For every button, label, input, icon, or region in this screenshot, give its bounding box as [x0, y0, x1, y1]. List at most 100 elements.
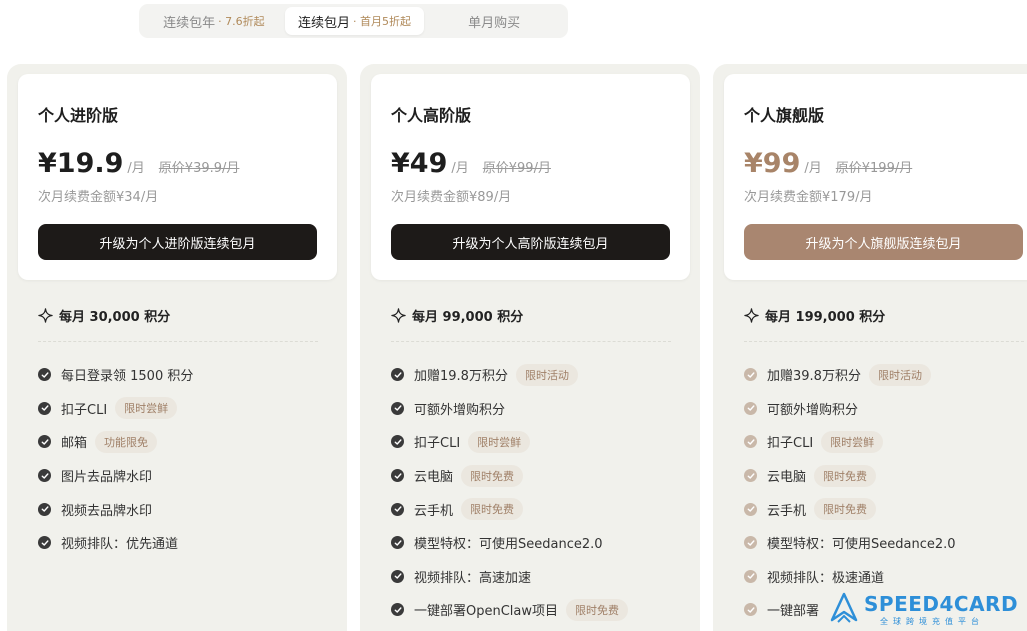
- feature-item: 视频排队：优先通道: [38, 526, 193, 560]
- upgrade-button-pro[interactable]: 升级为个人高阶版连续包月: [391, 224, 670, 260]
- feature-item: 云手机 限时免费: [391, 492, 628, 526]
- feature-item: 云电脑 限时免费: [391, 459, 628, 493]
- feature-badge: 限时免费: [566, 598, 629, 621]
- feature-badge: 功能限免: [95, 430, 158, 453]
- price-row: ¥19.9/月 原价¥39.9/月: [38, 148, 239, 179]
- tab-label: 连续包月: [297, 15, 350, 31]
- check-circle-icon: [744, 435, 757, 449]
- original-price: 原价¥99/月: [482, 161, 551, 176]
- feature-text: 云手机: [767, 503, 807, 519]
- check-circle-icon: [38, 435, 51, 449]
- feature-badge: 限时尝鲜: [115, 397, 178, 420]
- check-circle-icon: [744, 368, 757, 382]
- feature-item: 可额外增购积分: [391, 392, 628, 426]
- feature-badge: 限时尝鲜: [468, 430, 531, 453]
- plan-card-pro: 个人高阶版 ¥49/月 原价¥99/月 次月续费金额¥89/月 升级为个人高阶版连续包月…: [360, 64, 700, 631]
- feature-item: 扣子CLI 限时尝鲜: [744, 425, 956, 459]
- feature-list: 每日登录领 1500 积分 扣子CLI 限时尝鲜 邮箱 功能限免 图片去品牌水印 视频去品牌…: [38, 358, 193, 560]
- sparkle-icon: [38, 308, 59, 323]
- price-period: /月: [451, 161, 469, 176]
- tab-label: 连续包年: [163, 15, 216, 31]
- tab-discount: · 7.6折起: [218, 15, 265, 28]
- feature-text: 扣子CLI: [414, 436, 461, 452]
- feature-text: 云电脑: [414, 470, 454, 486]
- feature-item: 一键部署OpenClaw项目 限时免费: [391, 593, 629, 627]
- plan-name: 个人旗舰版: [744, 106, 825, 125]
- plan-name: 个人进阶版: [38, 106, 119, 125]
- feature-text: 邮箱: [61, 436, 88, 452]
- check-circle-icon: [391, 469, 404, 483]
- divider: [38, 341, 318, 342]
- feature-item: 云电脑 限时免费: [744, 459, 956, 493]
- plan-header: 个人进阶版 ¥19.9/月 原价¥39.9/月次月续费金额¥34/月升级为个人进阶版…: [18, 74, 337, 280]
- feature-item: 模型特权：可使用Seedance2.0: [744, 526, 956, 560]
- check-circle-icon: [744, 569, 757, 583]
- check-circle-icon: [391, 502, 404, 516]
- tab-discount: · 首月5折起: [353, 15, 411, 28]
- upgrade-button-flagship[interactable]: 升级为个人旗舰版连续包月: [744, 224, 1023, 260]
- feature-text: 一键部署OpenClaw项目: [414, 604, 559, 620]
- plan-card-advanced: 个人进阶版 ¥19.9/月 原价¥39.9/月次月续费金额¥34/月升级为个人进阶版…: [7, 64, 347, 631]
- check-circle-icon: [744, 502, 757, 516]
- divider: [744, 341, 1024, 342]
- feature-text: 可额外增购积分: [767, 402, 859, 418]
- check-circle-icon: [744, 603, 757, 617]
- credits-label: 每月 99,000 积分: [412, 310, 524, 325]
- feature-badge: 限时活动: [515, 363, 578, 386]
- feature-item: 加赠19.8万积分 限时活动: [391, 358, 628, 392]
- credits-label: 每月 199,000 积分: [765, 310, 886, 325]
- feature-item: 可额外增购积分: [744, 392, 956, 426]
- price-period: /月: [127, 161, 145, 176]
- sparkle-icon: [391, 308, 412, 323]
- feature-text: 云电脑: [767, 470, 807, 486]
- tab-yearly[interactable]: 连续包年 · 7.6折起: [143, 7, 285, 35]
- check-circle-icon: [38, 401, 51, 415]
- feature-badge: 限时尝鲜: [821, 430, 884, 453]
- watermark-brand: SPEED4CARD: [864, 592, 1019, 616]
- tab-monthly-continuous[interactable]: 连续包月 · 首月5折起: [284, 7, 425, 35]
- plan-price: ¥49: [391, 148, 448, 179]
- feature-item: 加赠39.8万积分 限时活动: [744, 358, 956, 392]
- divider: [391, 341, 671, 342]
- feature-badge: 限时活动: [868, 363, 931, 386]
- plan-price: ¥99: [744, 148, 801, 179]
- monthly-credits: 每月 99,000 积分: [391, 306, 523, 325]
- renewal-price: 次月续费金额¥179/月: [744, 190, 873, 205]
- renewal-price: 次月续费金额¥89/月: [391, 190, 512, 205]
- price-row: ¥99/月 原价¥199/月: [744, 148, 912, 179]
- feature-badge: 限时免费: [461, 498, 524, 521]
- check-circle-icon: [391, 569, 404, 583]
- plan-header: 个人旗舰版 ¥99/月 原价¥199/月次月续费金额¥179/月升级为个人旗舰版连续…: [724, 74, 1027, 280]
- plan-header: 个人高阶版 ¥49/月 原价¥99/月 次月续费金额¥89/月 升级为个人高阶版连续包月: [371, 74, 690, 280]
- feature-text: 视频排队：极速通道: [767, 570, 885, 586]
- sparkle-icon: [744, 308, 765, 323]
- check-circle-icon: [744, 401, 757, 415]
- original-price: 原价¥199/月: [835, 161, 913, 176]
- feature-text: 视频去品牌水印: [61, 503, 153, 519]
- plan-price: ¥19.9: [38, 148, 124, 179]
- feature-item: 扣子CLI 限时尝鲜: [391, 425, 628, 459]
- feature-badge: 限时免费: [814, 464, 877, 487]
- feature-text: 加赠19.8万积分: [414, 369, 508, 385]
- tab-label: 单月购买: [468, 15, 521, 31]
- feature-item: 云手机 限时免费: [744, 492, 956, 526]
- renewal-price: 次月续费金额¥34/月: [38, 190, 159, 205]
- feature-item: 视频去品牌水印: [38, 492, 193, 526]
- feature-text: 模型特权：可使用Seedance2.0: [767, 537, 956, 553]
- watermark-subtitle: 全球跨境充值平台: [880, 617, 984, 626]
- check-circle-icon: [391, 368, 404, 382]
- feature-badge: 限时免费: [461, 464, 524, 487]
- feature-text: 加赠39.8万积分: [767, 369, 861, 385]
- feature-item: 图片去品牌水印: [38, 459, 193, 493]
- tab-single-month[interactable]: 单月购买: [424, 7, 564, 35]
- feature-text: 扣子CLI: [767, 436, 814, 452]
- feature-text: 图片去品牌水印: [61, 470, 153, 486]
- plan-card-flagship: 个人旗舰版 ¥99/月 原价¥199/月次月续费金额¥179/月升级为个人旗舰版连续…: [713, 64, 1027, 631]
- feature-text: 云手机: [414, 503, 454, 519]
- feature-text: 扣子CLI: [61, 402, 108, 418]
- billing-period-tabs: 连续包年 · 7.6折起 连续包月 · 首月5折起 单月购买: [139, 4, 568, 38]
- feature-list: 加赠19.8万积分 限时活动 可额外增购积分 扣子CLI 限时尝鲜 云电脑 限时免费 云手机限…: [391, 358, 629, 627]
- feature-item: 视频排队：高速加速: [391, 560, 628, 594]
- speed4card-watermark: SPEED4CARD 全球跨境充值平台: [820, 586, 1027, 631]
- upgrade-button-advanced[interactable]: 升级为个人进阶版连续包月: [38, 224, 317, 260]
